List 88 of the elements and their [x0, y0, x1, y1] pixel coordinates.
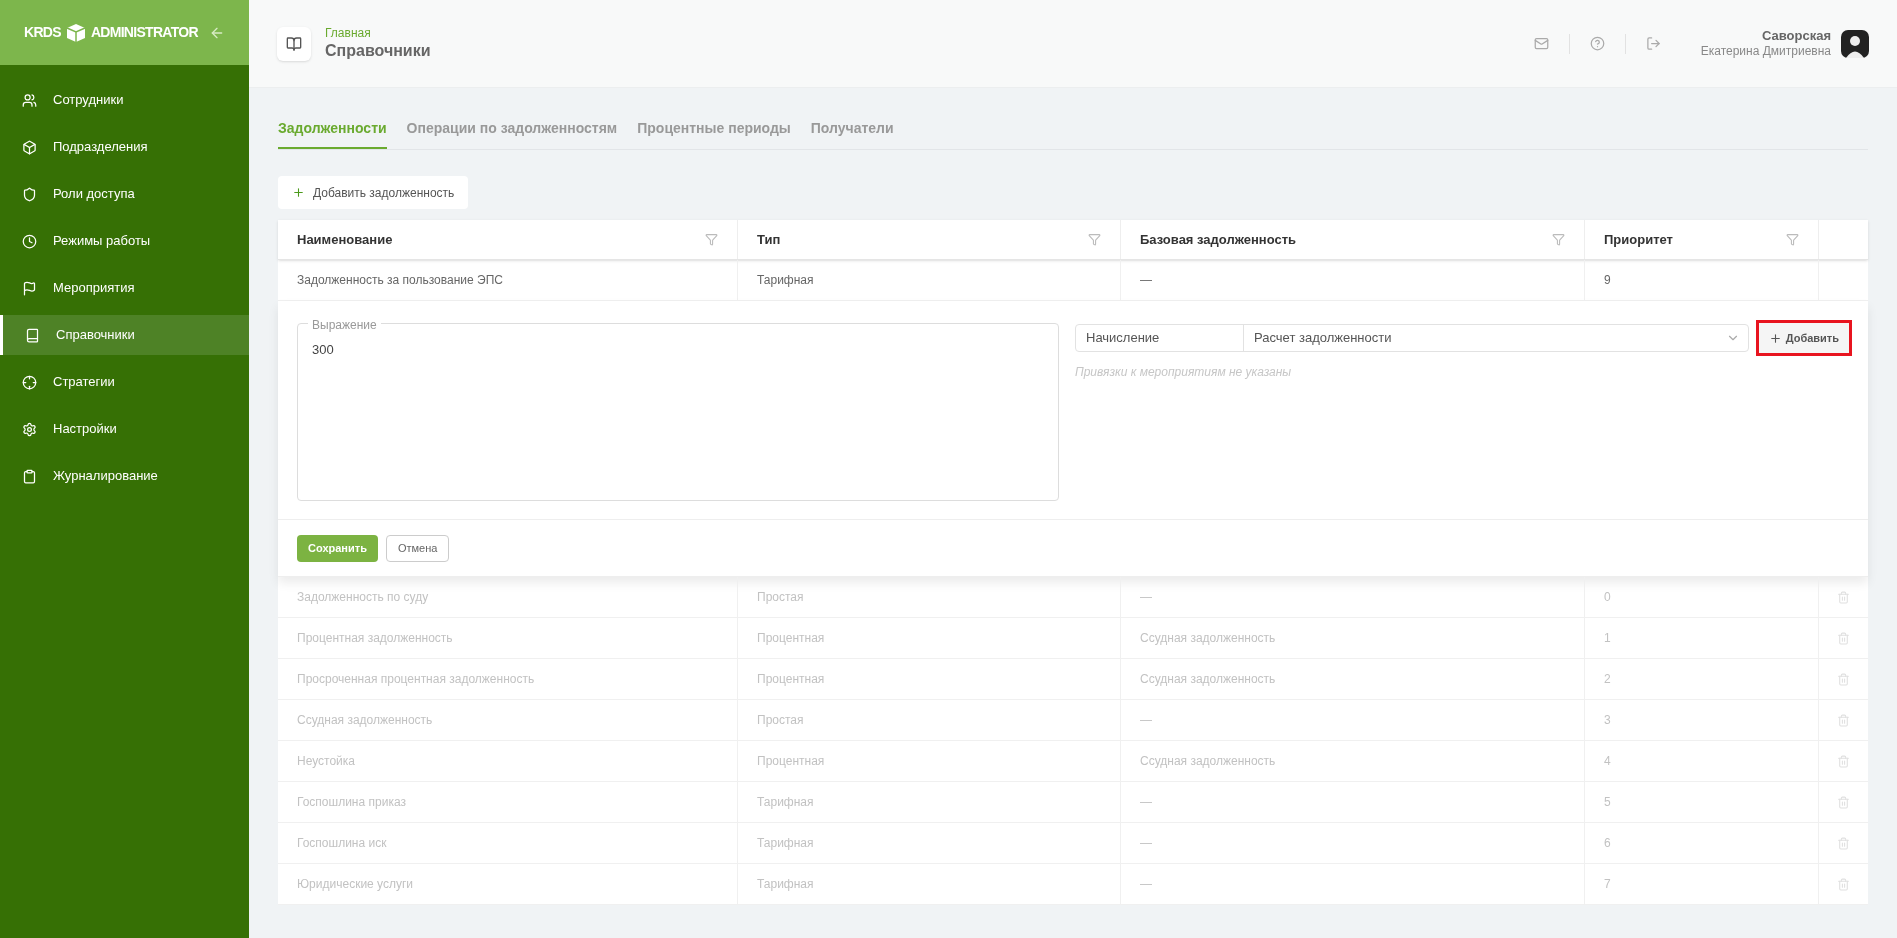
sidebar-item[interactable]: Режимы работы [0, 221, 249, 261]
user-surname: Саворская [1761, 27, 1831, 45]
table-cell-text: Процентная [757, 753, 825, 770]
clock-icon [22, 233, 37, 249]
crosshair-icon [22, 374, 37, 390]
table-cell-text: Ссудная задолженность [1140, 671, 1276, 688]
table-cell-text: — [1140, 794, 1152, 811]
flag-icon [22, 280, 37, 296]
sidebar-item[interactable]: Роли доступа [0, 174, 249, 214]
filter-icon[interactable] [1088, 233, 1101, 246]
sidebar-item[interactable]: Стратегии [0, 362, 249, 402]
table-cell-text: Ссудная задолженность [297, 712, 433, 729]
users-icon [22, 92, 37, 108]
table-cell-text: Тарифная [757, 794, 814, 811]
binding-select[interactable]: Начисление Расчет задолженности [1075, 324, 1749, 352]
cube-icon [22, 139, 37, 155]
table-cell-text: 1 [1604, 630, 1611, 647]
tab[interactable]: Задолженности [278, 118, 387, 149]
column-header: Приоритет [1604, 230, 1673, 249]
book-icon [286, 35, 302, 52]
table-cell-text: 4 [1604, 753, 1611, 770]
table-cell-text: Задолженность по суду [297, 589, 429, 606]
table-cell-text: 2 [1604, 671, 1611, 688]
table-cell-text: Процентная задолженность [297, 630, 453, 647]
avatar-icon[interactable] [1841, 29, 1869, 58]
table-cell-text: Госпошлина иск [297, 835, 387, 852]
plus-icon [292, 186, 305, 199]
tab[interactable]: Процентные периоды [637, 118, 791, 149]
table-cell-text: Неустойка [297, 753, 355, 770]
table-cell-text: — [1140, 589, 1152, 606]
clipboard-icon [22, 468, 37, 484]
tab[interactable]: Получатели [810, 118, 894, 149]
empty-note: Привязки к мероприятиям не указаны [1075, 364, 1293, 381]
select-label: Начисление [1076, 325, 1244, 351]
filter-icon[interactable] [705, 233, 718, 246]
breadcrumb-link[interactable]: Главная [325, 26, 431, 41]
table-cell-text: Просроченная процентная задолженность [297, 671, 535, 688]
shield-icon [22, 186, 37, 202]
column-header: Наименование [297, 230, 393, 249]
sidebar-item[interactable]: Подразделения [0, 127, 249, 167]
user-name: Екатерина Дмитриевна [1700, 44, 1831, 60]
mail-icon[interactable] [1533, 36, 1549, 51]
sidebar-item[interactable]: Справочники [0, 315, 249, 355]
filter-icon[interactable] [1786, 233, 1799, 246]
table-cell-text: — [1140, 835, 1152, 852]
column-header: Базовая задолженность [1140, 230, 1297, 249]
table-cell-text: — [1140, 876, 1152, 893]
add-binding-button[interactable]: Добавить [1758, 323, 1849, 353]
table-cell-text: Ссудная задолженность [1140, 630, 1276, 647]
plus-icon [1768, 331, 1782, 345]
cancel-button[interactable]: Отмена [385, 534, 450, 562]
table-cell-text: Тарифная [757, 876, 814, 893]
help-icon[interactable] [1589, 36, 1605, 51]
table-cell-text: 7 [1604, 876, 1611, 893]
table-cell-text: 3 [1604, 712, 1611, 729]
table-cell-text: Простая [757, 589, 804, 606]
settings-icon [22, 421, 37, 437]
table-cell-text: Тарифная [757, 272, 814, 289]
sidebar-item[interactable]: Настройки [0, 409, 249, 449]
save-button[interactable]: Сохранить [297, 534, 378, 562]
add-debt-button[interactable]: Добавить задолженность [278, 176, 469, 209]
sidebar-item[interactable]: Журналирование [0, 456, 249, 496]
table-cell-text: — [1140, 712, 1152, 729]
table-cell-text: Юридические услуги [297, 876, 414, 893]
table-cell-text: Процентная [757, 630, 825, 647]
table-cell-text: Ссудная задолженность [1140, 753, 1276, 770]
table-cell-text: 9 [1604, 272, 1611, 289]
table-cell-text: Задолженность за пользование ЭПС [297, 272, 503, 289]
table-cell-text: Госпошлина приказ [297, 794, 406, 811]
table-cell-text: 0 [1604, 589, 1611, 606]
logo-text: KRDS [24, 23, 61, 42]
logout-icon[interactable] [1645, 36, 1661, 51]
table-cell-text: Тарифная [757, 835, 814, 852]
sidebar-item[interactable]: Сотрудники [0, 80, 249, 120]
page-title: Справочники [325, 41, 431, 61]
sidebar-item[interactable]: Мероприятия [0, 268, 249, 308]
tab[interactable]: Операции по задолженностям [406, 118, 618, 149]
table-row[interactable]: Задолженность за пользование ЭПС Тарифная — 9 [278, 260, 1868, 301]
table-cell-text: 6 [1604, 835, 1611, 852]
table-cell-text: Процентная [757, 671, 825, 688]
table-cell-text: 5 [1604, 794, 1611, 811]
table-cell-text: — [1140, 272, 1152, 289]
table-cell-text: Простая [757, 712, 804, 729]
logo-icon [64, 22, 87, 43]
logo-text: ADMINISTRATOR [90, 23, 198, 42]
column-header: Тип [757, 230, 781, 249]
filter-icon[interactable] [1552, 233, 1565, 246]
book-icon [25, 327, 40, 343]
